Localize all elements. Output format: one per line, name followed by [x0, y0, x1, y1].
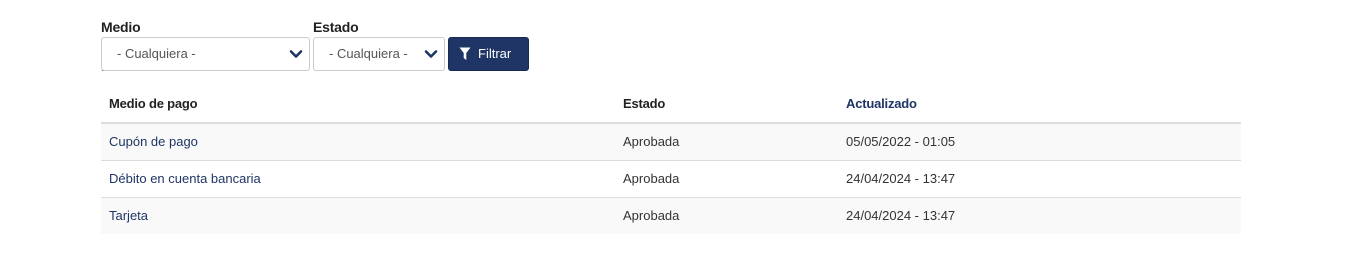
- updated-cell: 24/04/2024 - 13:47: [846, 208, 956, 223]
- status-cell: Aprobada: [623, 134, 680, 149]
- column-header-updated-sort-link[interactable]: Actualizado: [846, 86, 917, 122]
- table-row: Cupón de pago Aprobada 05/05/2022 - 01:0…: [101, 124, 1241, 161]
- payment-method-filter-label: Medio de pago: [101, 19, 141, 71]
- payment-method-select[interactable]: - Cualquiera -: [101, 37, 310, 71]
- payment-method-link[interactable]: Tarjeta: [109, 198, 148, 234]
- status-filter: Estado: [313, 18, 359, 36]
- column-header-status: Estado: [623, 96, 666, 111]
- chevron-down-icon: [424, 50, 438, 58]
- status-cell: Aprobada: [623, 171, 680, 186]
- payment-method-filter: Medio de pago: [101, 18, 141, 71]
- table-row: Tarjeta Aprobada 24/04/2024 - 13:47: [101, 198, 1241, 234]
- status-cell: Aprobada: [623, 208, 680, 223]
- payments-table: Medio de pago Estado Actualizado Cupón d…: [101, 86, 1241, 234]
- chevron-down-icon: [289, 50, 303, 58]
- filter-icon: [459, 47, 471, 60]
- payment-method-link[interactable]: Débito en cuenta bancaria: [109, 161, 261, 197]
- payment-method-link[interactable]: Cupón de pago: [109, 124, 198, 160]
- status-select[interactable]: - Cualquiera -: [313, 37, 445, 71]
- status-select-value: - Cualquiera -: [329, 46, 408, 61]
- column-header-method: Medio de pago: [109, 96, 198, 111]
- payment-method-select-value: - Cualquiera -: [117, 46, 196, 61]
- updated-cell: 24/04/2024 - 13:47: [846, 171, 956, 186]
- table-header: Medio de pago Estado Actualizado: [101, 86, 1241, 124]
- updated-cell: 05/05/2022 - 01:05: [846, 134, 956, 149]
- filter-button-label: Filtrar: [478, 46, 512, 61]
- status-filter-label: Estado: [313, 19, 359, 35]
- table-row: Débito en cuenta bancaria Aprobada 24/04…: [101, 161, 1241, 198]
- filter-button[interactable]: Filtrar: [448, 37, 529, 71]
